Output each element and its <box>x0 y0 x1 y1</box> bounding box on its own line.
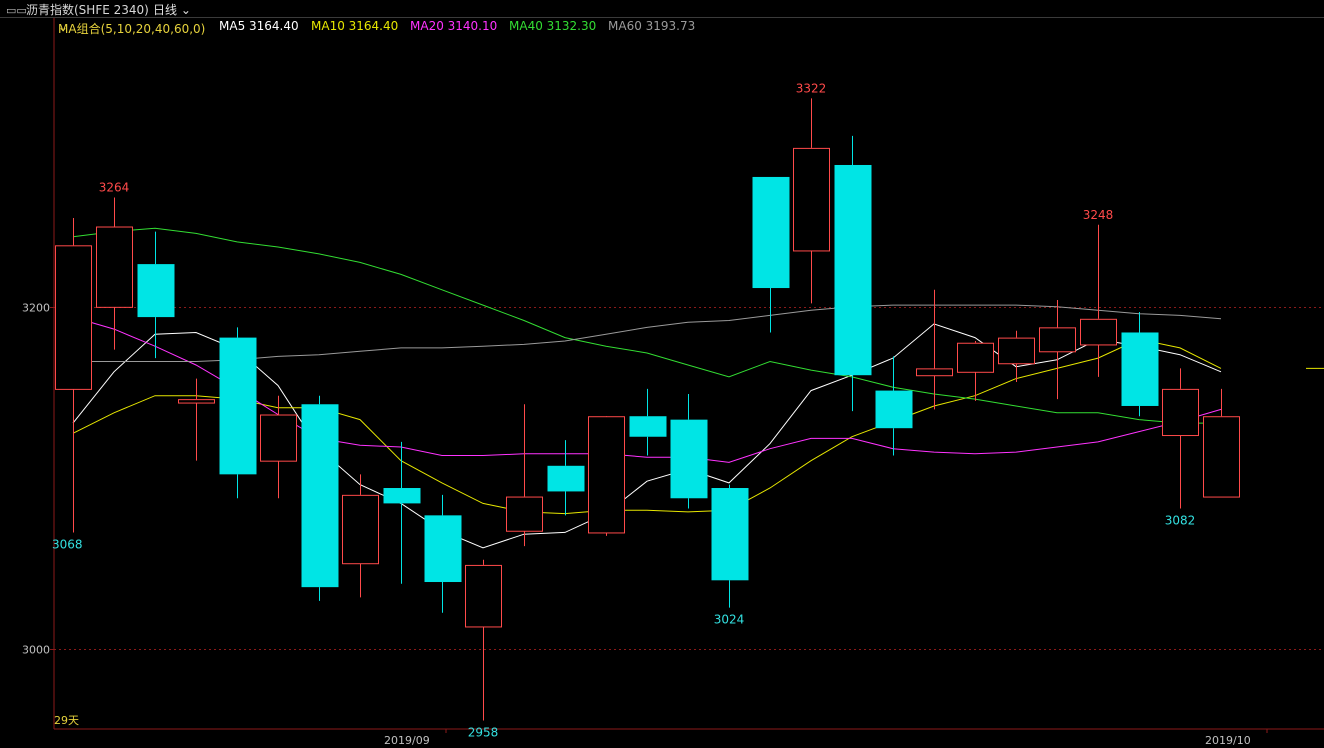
candle <box>178 378 215 461</box>
candle <box>834 135 872 412</box>
candle-body-down <box>834 164 872 376</box>
candle-body-down <box>1121 332 1159 406</box>
candle <box>260 395 297 499</box>
candle-body-down <box>424 515 462 583</box>
low-label: 3082 <box>1165 514 1196 528</box>
candle-body-up <box>793 147 830 252</box>
candle <box>424 494 462 613</box>
high-label: 3264 <box>99 180 130 194</box>
candle-body-down <box>137 264 175 318</box>
candle <box>301 395 339 601</box>
candle-body-up <box>342 494 379 565</box>
candle-body-down <box>875 390 913 429</box>
x-tick-label: 2019/10 <box>1205 734 1251 747</box>
candle <box>465 559 502 721</box>
candle <box>1162 368 1199 509</box>
candle-body-up <box>1039 327 1076 353</box>
candle <box>588 416 625 536</box>
candle <box>219 327 257 499</box>
candle-body-up <box>998 337 1035 365</box>
candle <box>1203 388 1240 498</box>
candle-body-up <box>957 342 994 373</box>
candle-body-up <box>260 414 297 462</box>
candle-body-up <box>1203 416 1240 498</box>
candle <box>916 289 953 410</box>
low-label: 2958 <box>468 725 499 739</box>
candle-body-up <box>916 368 953 377</box>
candle-body-up <box>1080 318 1117 346</box>
candle-body-up <box>178 399 215 404</box>
candle <box>670 394 708 509</box>
candle-layer <box>55 98 1240 721</box>
candle <box>752 176 790 333</box>
candle-body-down <box>752 176 790 289</box>
high-label: 3248 <box>1083 208 1114 222</box>
candle <box>506 404 543 547</box>
candle <box>998 330 1035 383</box>
low-label: 3068 <box>52 537 83 551</box>
candle-body-down <box>670 419 708 499</box>
candle <box>1039 300 1076 400</box>
candle <box>342 474 379 598</box>
candle <box>96 197 133 350</box>
candlestick-chart[interactable]: 3000 3200 2019/09 2019/10 29天 3264 3322 3248 30… <box>0 0 1324 748</box>
candle <box>793 98 830 304</box>
candle-body-down <box>711 488 749 581</box>
y-tick-label: 3200 <box>22 302 50 315</box>
candle <box>629 388 667 456</box>
candle <box>711 484 749 608</box>
candle-body-down <box>383 488 421 504</box>
candle <box>1080 224 1117 377</box>
candle-body-up <box>506 496 543 532</box>
candle <box>137 231 175 359</box>
candle-body-down <box>301 404 339 588</box>
candle-body-up <box>588 416 625 534</box>
candle-body-up <box>1162 388 1199 437</box>
y-tick-label: 3000 <box>22 644 50 657</box>
low-label: 3024 <box>714 613 745 627</box>
candle <box>875 356 913 456</box>
candle-body-down <box>629 416 667 437</box>
candle-body-up <box>55 245 92 390</box>
candle-body-up <box>465 564 502 628</box>
candle-body-down <box>219 337 257 475</box>
candle <box>1121 311 1159 417</box>
days-label: 29天 <box>54 714 79 727</box>
candle <box>55 217 92 533</box>
x-tick-label: 2019/09 <box>384 734 430 747</box>
candle-body-up <box>96 226 133 308</box>
candle <box>547 440 585 516</box>
high-label: 3322 <box>796 81 827 95</box>
candle-body-down <box>547 465 585 492</box>
candle <box>957 341 994 401</box>
